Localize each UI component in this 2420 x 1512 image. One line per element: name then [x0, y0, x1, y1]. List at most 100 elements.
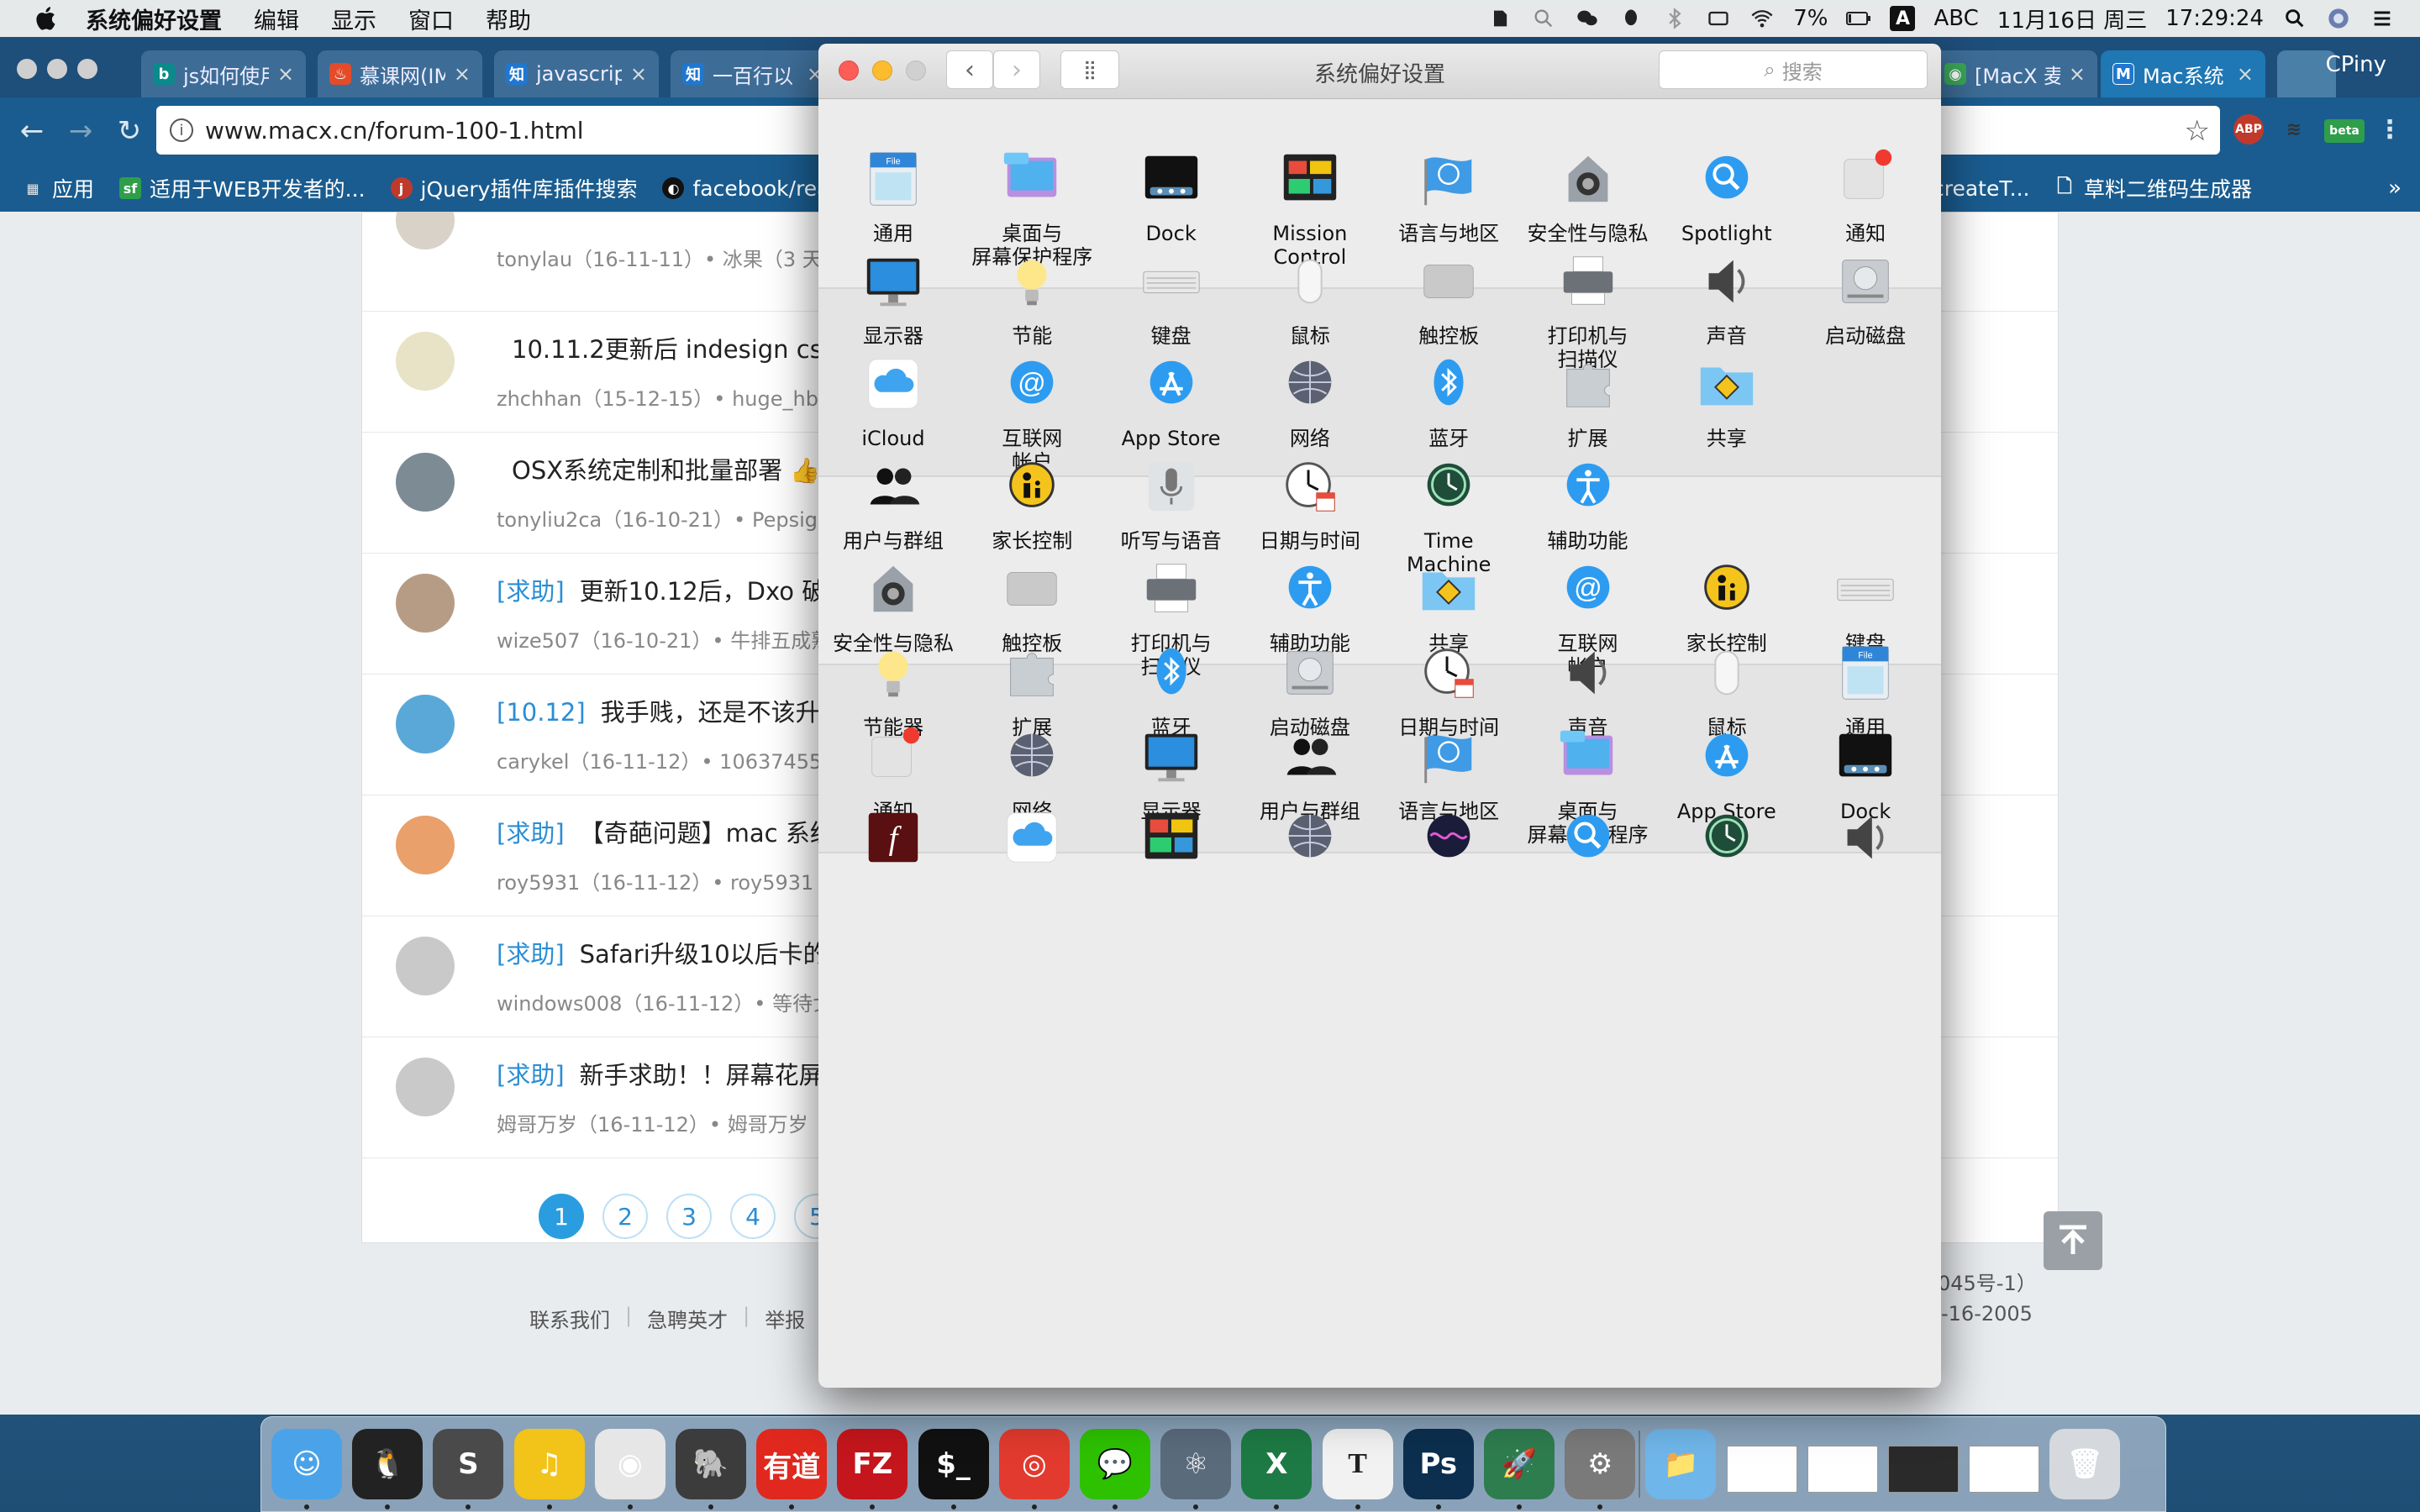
- menu-window[interactable]: 窗口: [408, 3, 454, 35]
- back-icon[interactable]: ←: [15, 114, 49, 148]
- bookmark-star-icon[interactable]: ☆: [2185, 114, 2210, 148]
- pref-pane-startup-disk[interactable]: 启动磁盘: [1802, 249, 1928, 348]
- thread-title[interactable]: [10.12] 我手贱，还是不该升1: [497, 693, 835, 728]
- pref-pane-parental-controls[interactable]: 家长控制: [969, 454, 1095, 553]
- avatar[interactable]: [396, 937, 455, 995]
- forward-icon[interactable]: →: [64, 114, 97, 148]
- page-button-current[interactable]: 1: [539, 1194, 584, 1239]
- terminal-icon[interactable]: $_: [918, 1429, 989, 1499]
- minimized-window-2[interactable]: [1807, 1446, 1878, 1493]
- downloads-folder-icon[interactable]: 📁: [1645, 1429, 1717, 1499]
- search-tray-icon[interactable]: [1531, 7, 1556, 30]
- input-source-label[interactable]: ABC: [1933, 6, 1978, 31]
- pref-pane-security-privacy[interactable]: 安全性与隐私: [1525, 146, 1651, 245]
- evernote-tray-icon[interactable]: [1487, 7, 1512, 30]
- pref-pane-app-store[interactable]: App Store: [1108, 351, 1234, 450]
- page-button[interactable]: 2: [602, 1194, 648, 1239]
- footer-link[interactable]: 举报: [765, 1304, 805, 1333]
- back-to-top-icon[interactable]: [2044, 1211, 2102, 1270]
- prefs-search-field[interactable]: ⌕ 搜索: [1659, 50, 1928, 89]
- thread-title[interactable]: [求助] 【奇葩问题】mac 系统: [497, 814, 834, 849]
- bookmark-item[interactable]: j jQuery插件库插件搜索: [390, 173, 637, 203]
- pref-pane-trackpad[interactable]: 触控板: [1386, 249, 1512, 348]
- bookmark-item[interactable]: 🗋 草料二维码生成器: [2054, 173, 2252, 203]
- close-tab-icon[interactable]: ×: [454, 62, 471, 86]
- battery-icon[interactable]: [1846, 7, 1871, 30]
- menu-view[interactable]: 显示: [331, 3, 376, 35]
- pref-pane-sound[interactable]: [1802, 805, 1928, 880]
- apple-menu-icon[interactable]: [34, 5, 60, 32]
- menu-edit[interactable]: 编辑: [254, 3, 299, 35]
- adblock-plus-icon[interactable]: ABP: [2233, 114, 2264, 144]
- pref-pane-network[interactable]: 网络: [1247, 351, 1373, 450]
- notification-center-icon[interactable]: [2370, 7, 2395, 30]
- browser-tab[interactable]: b js如何使用 ×: [141, 50, 306, 97]
- extension-wave-icon[interactable]: ≋: [2279, 114, 2309, 144]
- close-window-button[interactable]: [17, 59, 37, 79]
- avatar[interactable]: [396, 332, 455, 391]
- avatar[interactable]: [396, 816, 455, 874]
- thread-title[interactable]: [求助] 更新10.12后，Dxo 破解: [497, 572, 850, 607]
- pref-pane-displays[interactable]: 显示器: [830, 249, 956, 348]
- filezilla-icon[interactable]: FZ: [837, 1429, 908, 1499]
- footer-link[interactable]: 急聘英才: [647, 1304, 728, 1333]
- input-source-icon[interactable]: A: [1890, 6, 1916, 31]
- page-button[interactable]: 3: [666, 1194, 712, 1239]
- photoshop-icon[interactable]: Ps: [1402, 1429, 1474, 1499]
- beta-extension-icon[interactable]: beta: [2324, 119, 2365, 143]
- pref-pane-icloud[interactable]: [969, 805, 1095, 880]
- pref-pane-keyboard[interactable]: 键盘: [1108, 249, 1234, 348]
- netease-music-icon[interactable]: ◎: [998, 1429, 1070, 1499]
- browser-tab-active[interactable]: M Mac系统 ×: [2101, 50, 2265, 97]
- browser-tab[interactable]: ♨ 慕课网(IM ×: [318, 50, 482, 97]
- wechat-icon[interactable]: 💬: [1080, 1429, 1150, 1499]
- chrome-menu-icon[interactable]: ⋮: [2375, 114, 2405, 144]
- reload-icon[interactable]: ↻: [113, 114, 146, 148]
- pref-pane-spotlight[interactable]: Spotlight: [1664, 146, 1790, 245]
- bluetooth-tray-icon[interactable]: [1662, 7, 1687, 30]
- avatar[interactable]: [396, 695, 455, 753]
- site-info-icon[interactable]: i: [170, 118, 193, 142]
- thread-title[interactable]: OSX系统定制和批量部署 👍 ...: [497, 451, 851, 486]
- chrome-icon[interactable]: ◉: [594, 1429, 666, 1499]
- browser-tab[interactable]: 知 一百行以 ×: [671, 50, 835, 97]
- finder-icon[interactable]: ☺: [271, 1429, 342, 1499]
- footer-link[interactable]: 联系我们: [529, 1304, 610, 1333]
- pref-pane-mouse[interactable]: 鼠标: [1247, 249, 1373, 348]
- url-text[interactable]: www.macx.cn/forum-100-1.html: [205, 117, 584, 144]
- pref-pane-network[interactable]: [1247, 805, 1373, 880]
- clock-date[interactable]: 11月16日 周三: [1997, 3, 2147, 34]
- bookmark-apps[interactable]: ▦ 应用: [22, 173, 94, 203]
- avatar[interactable]: [396, 574, 455, 633]
- browser-tab[interactable]: ◉ [MacX 麦 ×: [1933, 50, 2097, 97]
- youdao-dict-icon[interactable]: 有道: [756, 1429, 828, 1499]
- pref-pane-spotlight[interactable]: [1525, 805, 1651, 880]
- menu-help[interactable]: 帮助: [486, 3, 531, 35]
- close-tab-icon[interactable]: ×: [630, 62, 647, 86]
- pref-pane-accessibility[interactable]: 辅助功能: [1525, 454, 1651, 553]
- close-tab-icon[interactable]: ×: [2069, 62, 2086, 86]
- pref-pane-time-machine[interactable]: [1664, 805, 1790, 880]
- profile-name[interactable]: CPiny: [2326, 52, 2386, 77]
- thread-title[interactable]: [求助] Safari升级10以后卡的不: [497, 935, 852, 970]
- pref-pane-general[interactable]: File 通用: [830, 146, 956, 245]
- minimized-window-1[interactable]: [1726, 1446, 1797, 1493]
- clock-time[interactable]: 17:29:24: [2165, 6, 2264, 31]
- pref-pane-extensions[interactable]: 扩展: [1525, 351, 1651, 450]
- bookmark-item[interactable]: sf 适用于WEB开发者的...: [119, 173, 366, 203]
- atom-icon[interactable]: ⚛: [1160, 1429, 1232, 1499]
- zoom-window-button[interactable]: [77, 59, 97, 79]
- thread-title[interactable]: [求助] 新手求助！！屏幕花屏！: [497, 1056, 848, 1091]
- pref-pane-bluetooth[interactable]: 蓝牙: [1386, 351, 1512, 450]
- minimized-window-3[interactable]: [1888, 1446, 1959, 1493]
- avatar[interactable]: [396, 1058, 455, 1116]
- rocket-icon[interactable]: 🚀: [1484, 1429, 1555, 1499]
- trash-icon[interactable]: 🗑: [2049, 1429, 2121, 1499]
- pref-pane-dictation-speech[interactable]: 听写与语音: [1108, 454, 1234, 553]
- spotlight-menu-icon[interactable]: [2282, 7, 2307, 30]
- wechat-tray-icon[interactable]: [1575, 7, 1600, 30]
- pref-pane-sharing[interactable]: 共享: [1664, 351, 1790, 450]
- system-preferences-icon[interactable]: ⚙: [1565, 1429, 1636, 1499]
- page-button[interactable]: 4: [730, 1194, 776, 1239]
- minimized-window-4[interactable]: [1969, 1446, 2040, 1493]
